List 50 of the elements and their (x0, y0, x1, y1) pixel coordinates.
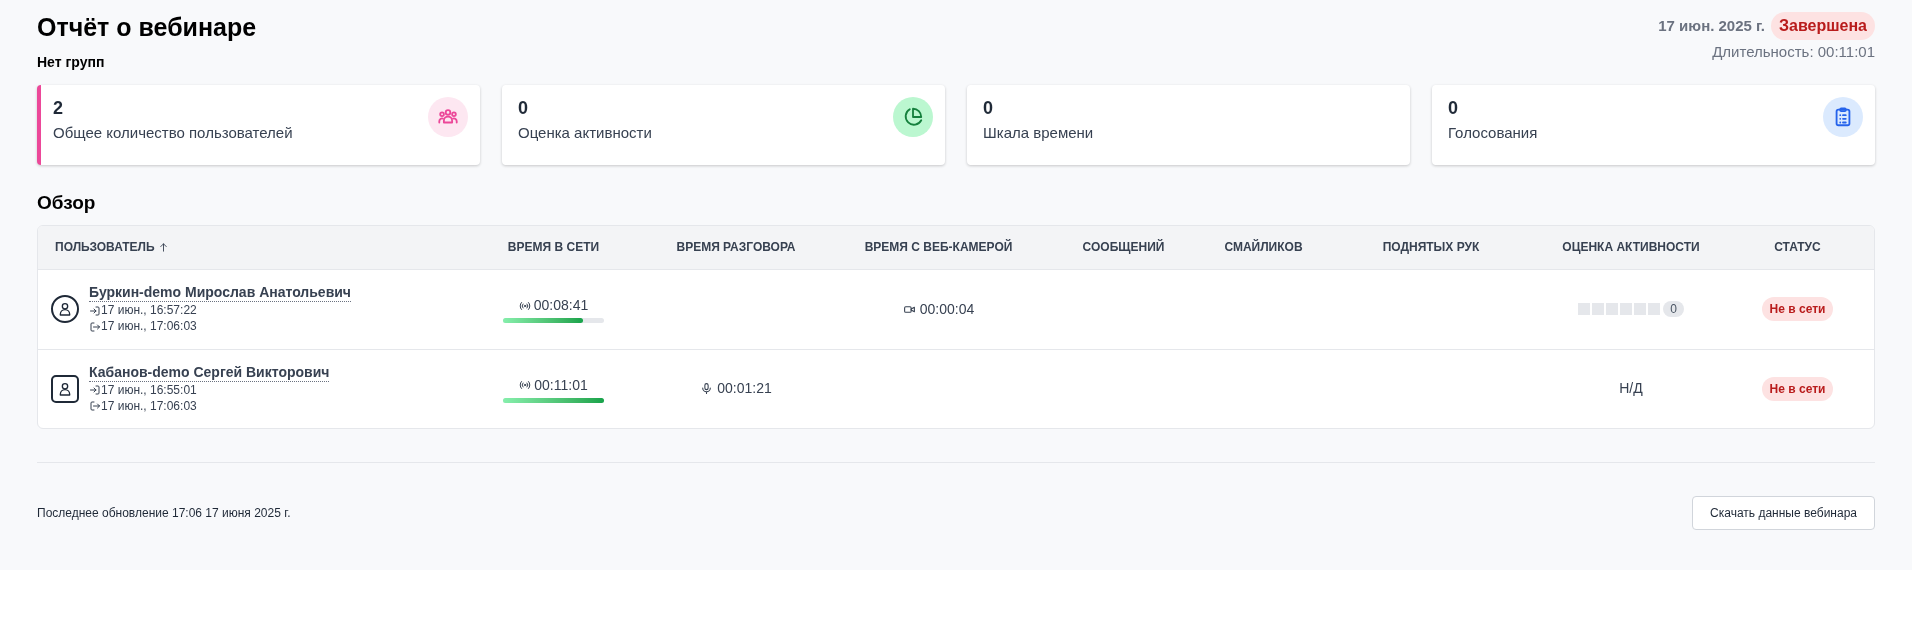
session-time: 17 июн., 17:06:03 (101, 319, 197, 334)
session-time: 17 июн., 16:57:22 (101, 303, 197, 318)
webinar-date: 17 июн. 2025 г. (1658, 15, 1765, 36)
logout-icon (89, 400, 101, 412)
duration-text: Длительность: 00:11:01 (1712, 42, 1875, 62)
login-icon (89, 304, 101, 317)
stat-label: Шкала времени (983, 123, 1094, 143)
broadcast-icon (519, 379, 532, 391)
online-time: 00:08:41 (533, 296, 589, 315)
column-header[interactable]: ОЦЕНКА АКТИВНОСТИ (1562, 240, 1700, 254)
last-update-text: Последнее обновление 17:06 17 июня 2025 г. (37, 504, 291, 522)
logout-icon (89, 320, 101, 333)
microphone-icon (700, 382, 714, 395)
stat-value: 0 (1448, 97, 1459, 119)
avatar-icon (51, 374, 79, 403)
avatar-icon (51, 295, 79, 323)
section-title: Обзор (37, 191, 97, 215)
user-name-link[interactable]: Кабанов-demo Сергей Викторович (89, 363, 330, 382)
column-header[interactable]: ПОЛЬЗОВАТЕЛЬ (55, 238, 155, 256)
login-icon (89, 384, 101, 396)
duration-cell-text: 00:00:04 (919, 299, 975, 319)
pie-chart-icon (902, 106, 924, 128)
status-badge: Не в сети (1761, 376, 1834, 401)
sort-up-icon (157, 241, 169, 253)
activity-score: Н/Д (1619, 379, 1643, 398)
column-header[interactable]: ВРЕМЯ В СЕТИ (507, 240, 600, 254)
download-button[interactable]: Скачать данные вебинара (1692, 495, 1875, 530)
page-title: Отчёт о вебинаре (37, 12, 257, 42)
stat-label: Оценка активности (518, 123, 652, 143)
status-badge: Завершена (1771, 12, 1875, 40)
column-header[interactable]: СООБЩЕНИЙ (1082, 240, 1165, 254)
activity-score-badge: 0 (1663, 301, 1684, 317)
online-time: 00:11:01 (534, 375, 588, 395)
stat-label: Голосования (1448, 123, 1538, 143)
session-time: 17 июн., 16:55:01 (101, 382, 197, 398)
broadcast-icon (518, 299, 531, 312)
stat-label: Общее количество пользователей (53, 123, 293, 143)
column-header[interactable]: ВРЕМЯ РАЗГОВОРА (676, 240, 796, 254)
stat-value: 0 (983, 97, 994, 119)
session-time: 17 июн., 17:06:03 (101, 398, 197, 414)
status-badge: Не в сети (1761, 297, 1834, 321)
column-header[interactable]: СМАЙЛИКОВ (1224, 240, 1303, 254)
user-name-link[interactable]: Буркин-demo Мирослав Анатольевич (89, 284, 351, 302)
column-header[interactable]: ПОДНЯТЫХ РУК (1382, 240, 1480, 254)
duration-cell-text: 00:01:21 (717, 379, 772, 398)
stat-value: 0 (518, 97, 529, 119)
column-header[interactable]: ВРЕМЯ С ВЕБ-КАМЕРОЙ (864, 240, 1013, 254)
groups-label: Нет групп (37, 53, 106, 72)
column-header[interactable]: СТАТУС (1774, 240, 1821, 254)
stat-value: 2 (53, 97, 64, 119)
